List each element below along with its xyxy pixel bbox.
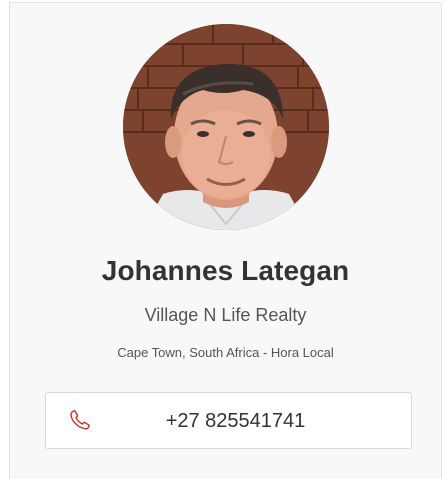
agent-location: Cape Town, South Africa - Hora Local <box>117 345 334 360</box>
phone-number[interactable]: +27 825541741 <box>46 410 411 433</box>
agent-card: Johannes Lategan Village N Life Realty C… <box>9 2 442 479</box>
agent-name: Johannes Lategan <box>101 255 350 286</box>
call-agent-button[interactable]: +27 825541741 <box>45 392 412 449</box>
agent-agency: Village N Life Realty <box>144 305 307 325</box>
agent-avatar <box>123 24 329 230</box>
